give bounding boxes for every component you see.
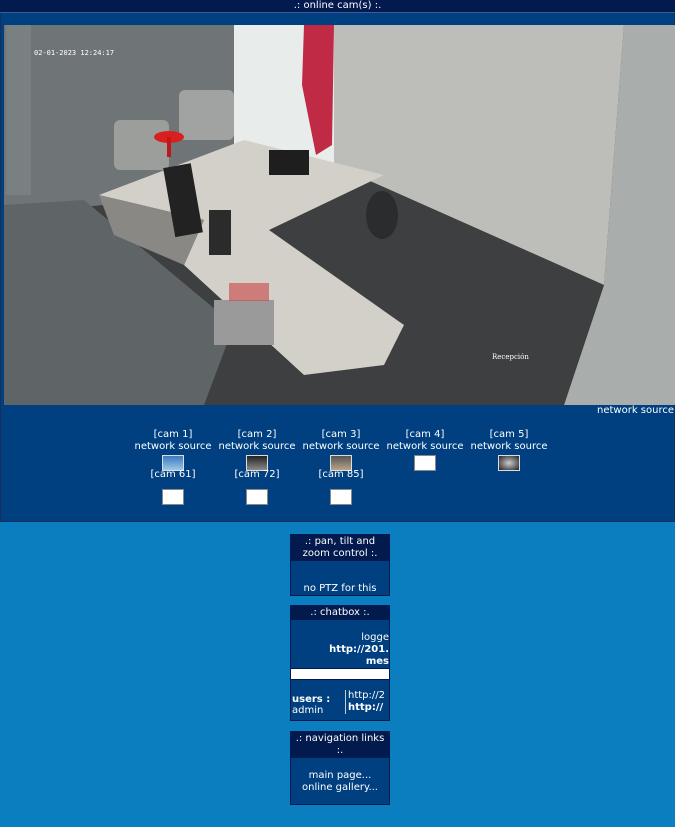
main-cam-panel: 02-01-2023 12:24:17 Recepción network so… [0,13,675,522]
chat-log-url-2: http:// [348,702,384,713]
cam-label: [cam 5] [489,429,529,440]
navigation-panel: .: navigation links :. main page... onli… [290,731,390,805]
ptz-message: no PTZ for this [303,583,377,594]
chatbox-panel: .: chatbox :. logge http://201. mes user… [290,605,390,721]
cam-label: [cam 85] [318,469,364,480]
chat-log-url-1: http://2 [348,690,385,701]
cam-link-2[interactable]: [cam 2] network source [215,429,299,471]
chat-status-text: logge [361,632,389,643]
chat-input[interactable] [291,668,389,680]
cam-label: [cam 2] [237,429,277,440]
main-camera-view[interactable]: 02-01-2023 12:24:17 Recepción [4,25,675,405]
cam-label: [cam 1] [153,429,193,440]
cam-link-72[interactable]: [cam 72] [215,469,299,505]
online-gallery-link[interactable]: online gallery... [291,782,389,794]
cam-source: network source [302,441,380,452]
cam-link-1[interactable]: [cam 1] network source [131,429,215,471]
cam-source: network source [134,441,212,452]
cam-label: [cam 4] [405,429,445,440]
cam-link-4[interactable]: [cam 4] network source [383,429,467,471]
main-network-source: network source [597,405,674,416]
cam-timestamp: 02-01-2023 12:24:17 [34,49,114,57]
cam-watermark: Recepción [492,353,529,361]
cam-label: [cam 3] [321,429,361,440]
page-title: .: online cam(s) :. [293,0,382,11]
cam-source: network source [470,441,548,452]
cam-4-thumbnail[interactable] [414,455,436,471]
chat-users-label: users : [292,694,331,705]
ptz-title: .: pan, tilt and zoom control :. [291,535,389,561]
chat-url-text: http://201. [329,644,389,655]
cam-72-thumbnail[interactable] [246,489,268,505]
cam-link-61[interactable]: [cam 61] [131,469,215,505]
camera-image: 02-01-2023 12:24:17 Recepción [4,25,675,405]
cam-source: network source [386,441,464,452]
navigation-title: .: navigation links :. [291,732,389,758]
ptz-panel: .: pan, tilt and zoom control :. no PTZ … [290,534,390,596]
chat-message-text: mes [365,656,389,667]
cam-5-thumbnail[interactable] [498,455,520,471]
cam-label: [cam 72] [234,469,280,480]
cam-61-thumbnail[interactable] [162,489,184,505]
page-header: .: online cam(s) :. [0,0,675,13]
chatbox-title: .: chatbox :. [291,606,389,620]
main-page-link[interactable]: main page... [291,770,389,782]
cam-source: network source [218,441,296,452]
chat-user-admin[interactable]: admin [292,705,330,716]
cam-link-3[interactable]: [cam 3] network source [299,429,383,471]
cam-link-85[interactable]: [cam 85] [299,469,383,505]
cam-85-thumbnail[interactable] [330,489,352,505]
cam-label: [cam 61] [150,469,196,480]
cam-link-5[interactable]: [cam 5] network source [467,429,551,471]
